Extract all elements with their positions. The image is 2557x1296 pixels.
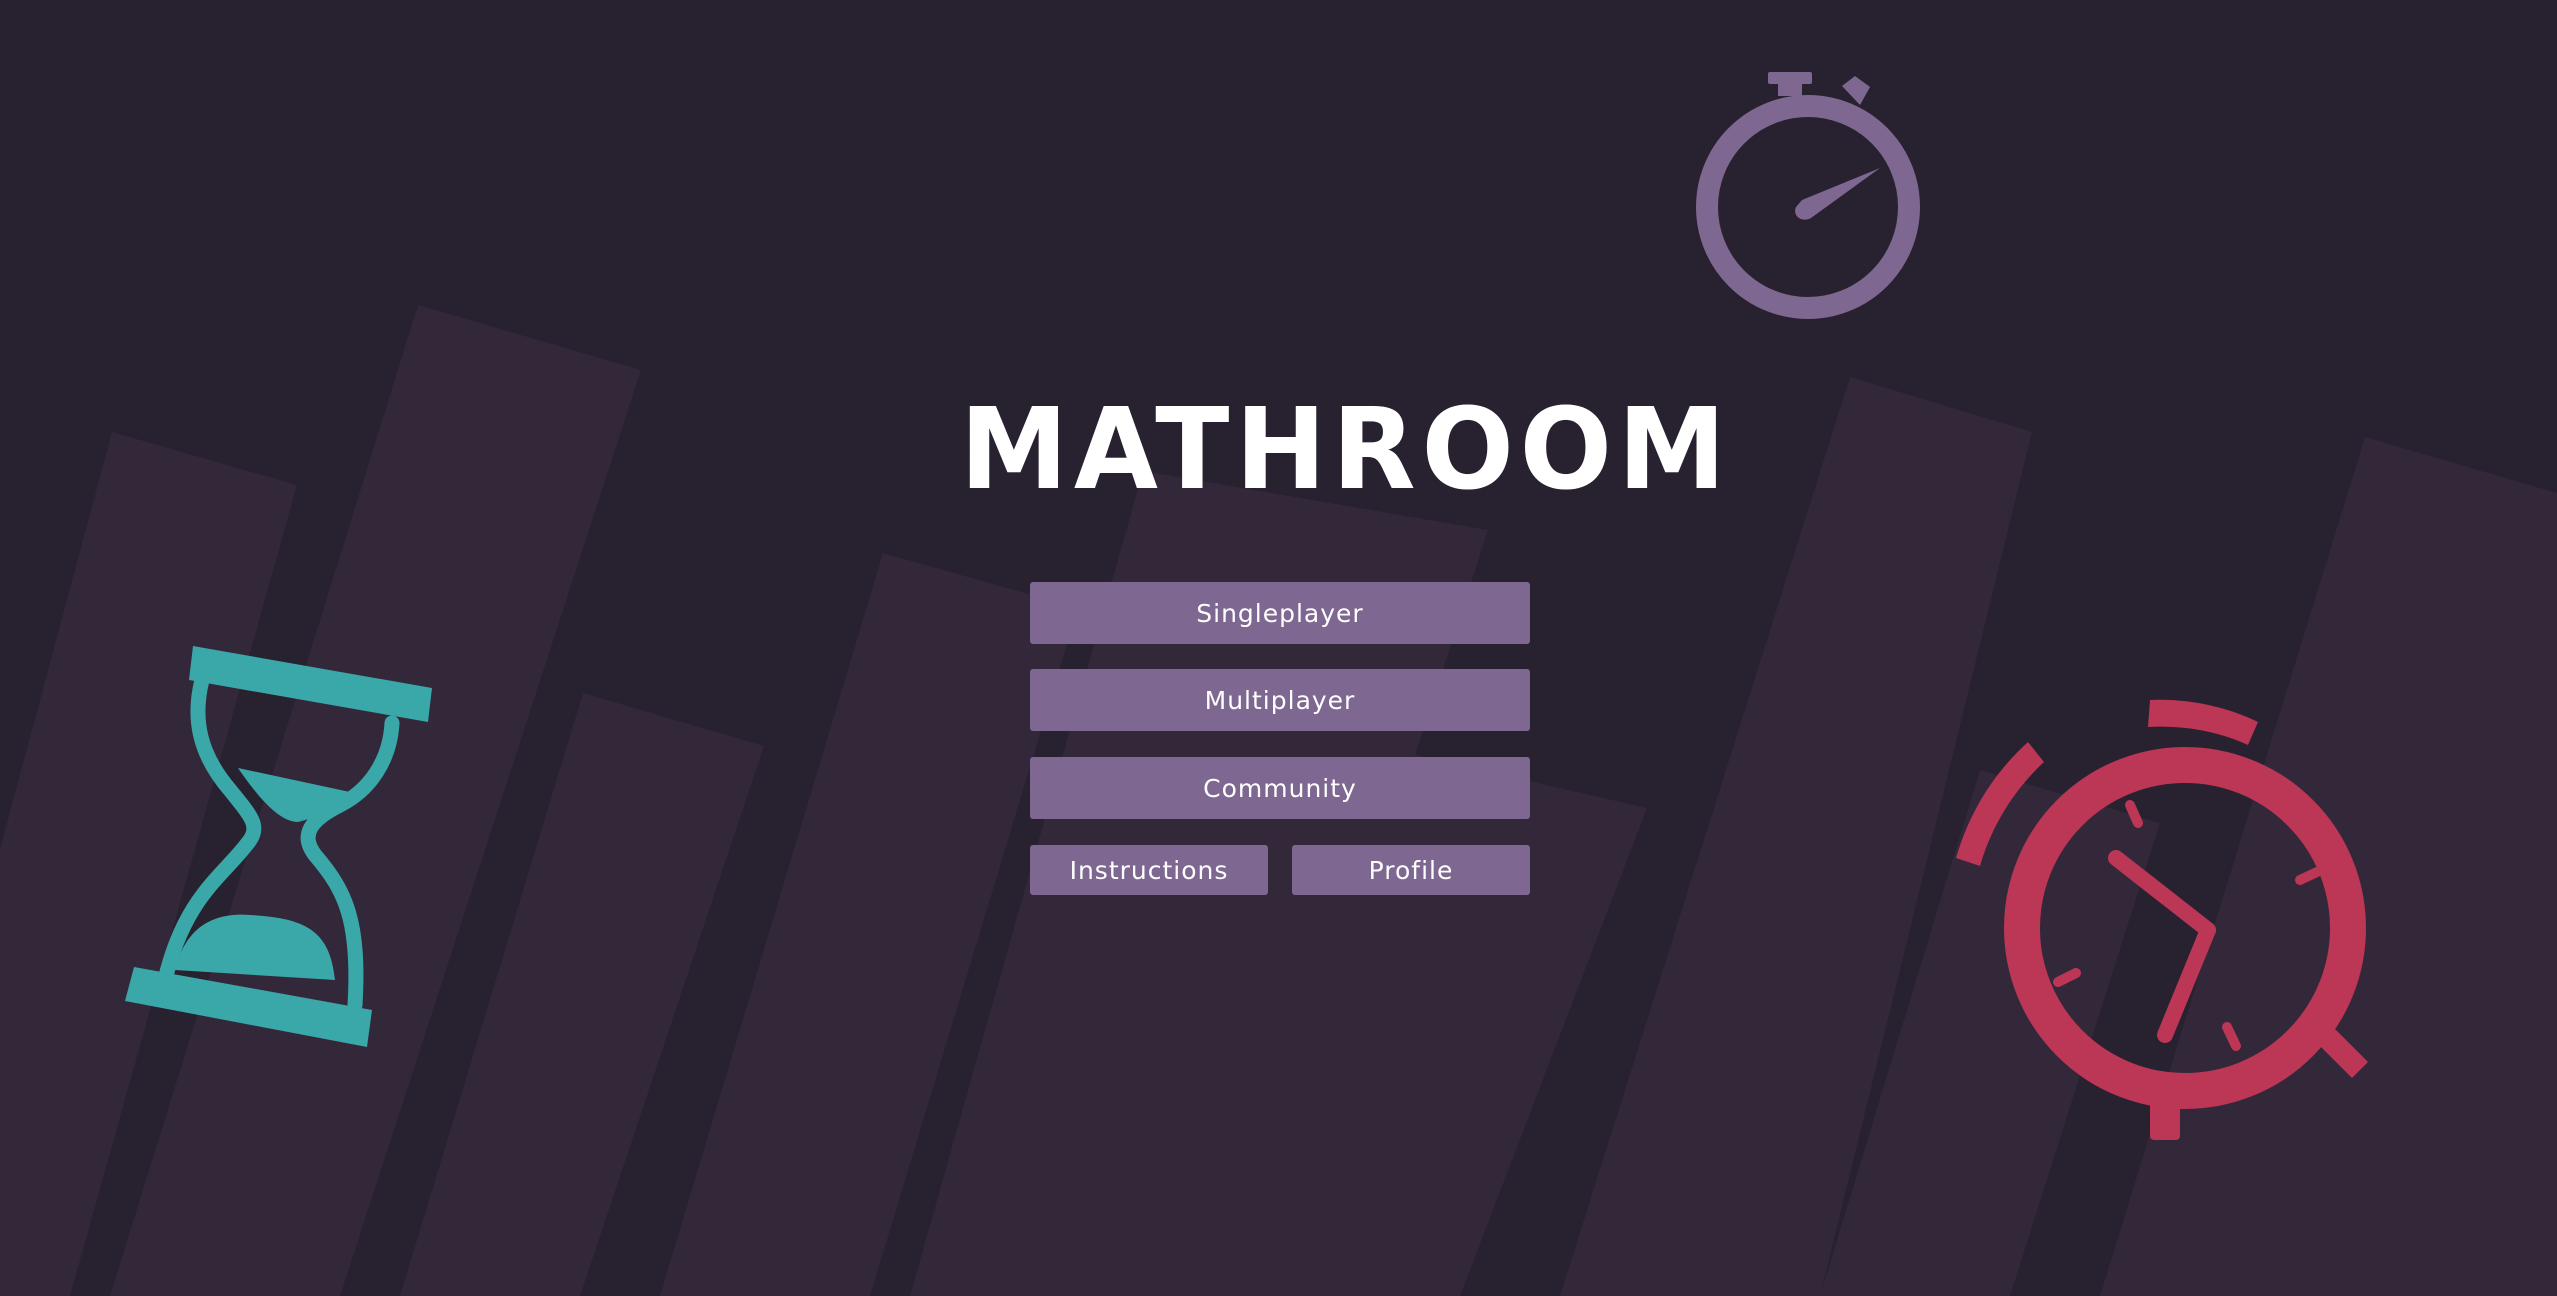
- community-button[interactable]: Community: [1030, 757, 1530, 819]
- singleplayer-button[interactable]: Singleplayer: [1030, 582, 1530, 644]
- instructions-button[interactable]: Instructions: [1030, 845, 1268, 895]
- profile-button[interactable]: Profile: [1292, 845, 1530, 895]
- hourglass-icon: [125, 646, 432, 1047]
- alarm-clock-icon: [1956, 699, 2368, 1140]
- multiplayer-button[interactable]: Multiplayer: [1030, 669, 1530, 731]
- stopwatch-icon: [1696, 72, 1920, 319]
- main-menu-screen: MATHROOM Singleplayer Multiplayer Commun…: [0, 0, 2557, 1296]
- game-title: MATHROOM: [959, 385, 1732, 515]
